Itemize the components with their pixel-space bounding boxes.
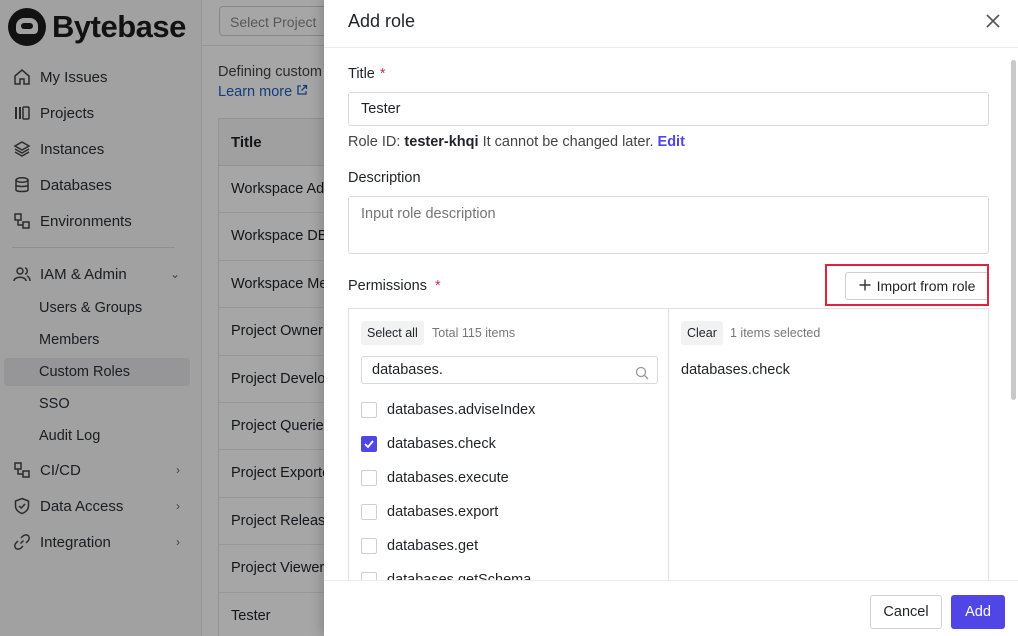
- required-mark: *: [379, 66, 386, 82]
- role-id-value: tester-khqi: [404, 134, 479, 150]
- total-items-count: Total 115 items: [432, 326, 516, 340]
- select-all-button[interactable]: Select all: [361, 321, 424, 345]
- drawer-header-divider: [324, 47, 1018, 48]
- selected-permission-item[interactable]: databases.check: [681, 362, 790, 378]
- permission-option-label: databases.get: [387, 538, 479, 554]
- permission-option-label: databases.adviseIndex: [387, 402, 536, 418]
- title-input[interactable]: [348, 92, 989, 126]
- permission-option-label: databases.execute: [387, 470, 509, 486]
- permission-option[interactable]: databases.execute: [361, 467, 509, 489]
- permission-option-label: databases.check: [387, 436, 496, 452]
- import-from-role-button[interactable]: Import from role: [845, 272, 989, 300]
- transfer-source-panel: Select all Total 115 items databases. da…: [349, 309, 669, 581]
- required-mark: *: [434, 278, 441, 294]
- checkbox[interactable]: [361, 470, 377, 486]
- checkmark-icon: [364, 440, 374, 449]
- drawer-scrollbar[interactable]: [1011, 60, 1016, 400]
- title-label-text: Title: [348, 66, 375, 82]
- permissions-transfer: Select all Total 115 items databases. da…: [348, 308, 989, 581]
- close-icon[interactable]: [982, 11, 1004, 33]
- role-id-prefix: Role ID:: [348, 134, 401, 150]
- clear-button[interactable]: Clear: [681, 321, 723, 345]
- plus-icon: [859, 278, 871, 294]
- transfer-target-panel: Clear 1 items selected databases.check: [669, 309, 989, 581]
- drawer-footer-divider: [324, 580, 1018, 581]
- import-from-role-label: Import from role: [876, 278, 976, 294]
- permission-search-input[interactable]: databases.: [361, 356, 658, 384]
- add-button[interactable]: Add: [951, 595, 1005, 629]
- description-textarea[interactable]: [348, 196, 989, 254]
- permissions-label-text: Permissions: [348, 278, 427, 294]
- cancel-button[interactable]: Cancel: [870, 595, 942, 629]
- permission-option[interactable]: databases.export: [361, 501, 498, 523]
- title-label: Title *: [348, 66, 386, 82]
- permission-option[interactable]: databases.adviseIndex: [361, 399, 535, 421]
- checkbox[interactable]: [361, 504, 377, 520]
- edit-role-id-link[interactable]: Edit: [658, 134, 685, 150]
- checkbox[interactable]: [361, 402, 377, 418]
- selected-items-count: 1 items selected: [730, 326, 821, 340]
- add-role-drawer: Add role Title* Role ID: tester-khqi It …: [324, 0, 1018, 636]
- checkbox-checked[interactable]: [361, 436, 377, 452]
- search-icon: [635, 363, 649, 389]
- search-value: databases.: [372, 362, 443, 378]
- permission-option[interactable]: databases.check: [361, 433, 496, 455]
- description-label: Description: [348, 170, 421, 186]
- permissions-label: Permissions *: [348, 278, 441, 294]
- permission-option[interactable]: databases.get: [361, 535, 478, 557]
- drawer-title: Add role: [348, 11, 416, 31]
- role-id-note: It cannot be changed later.: [482, 134, 654, 150]
- role-id-line: Role ID: tester-khqi It cannot be change…: [348, 134, 685, 150]
- checkbox[interactable]: [361, 538, 377, 554]
- permission-option-label: databases.export: [387, 504, 499, 520]
